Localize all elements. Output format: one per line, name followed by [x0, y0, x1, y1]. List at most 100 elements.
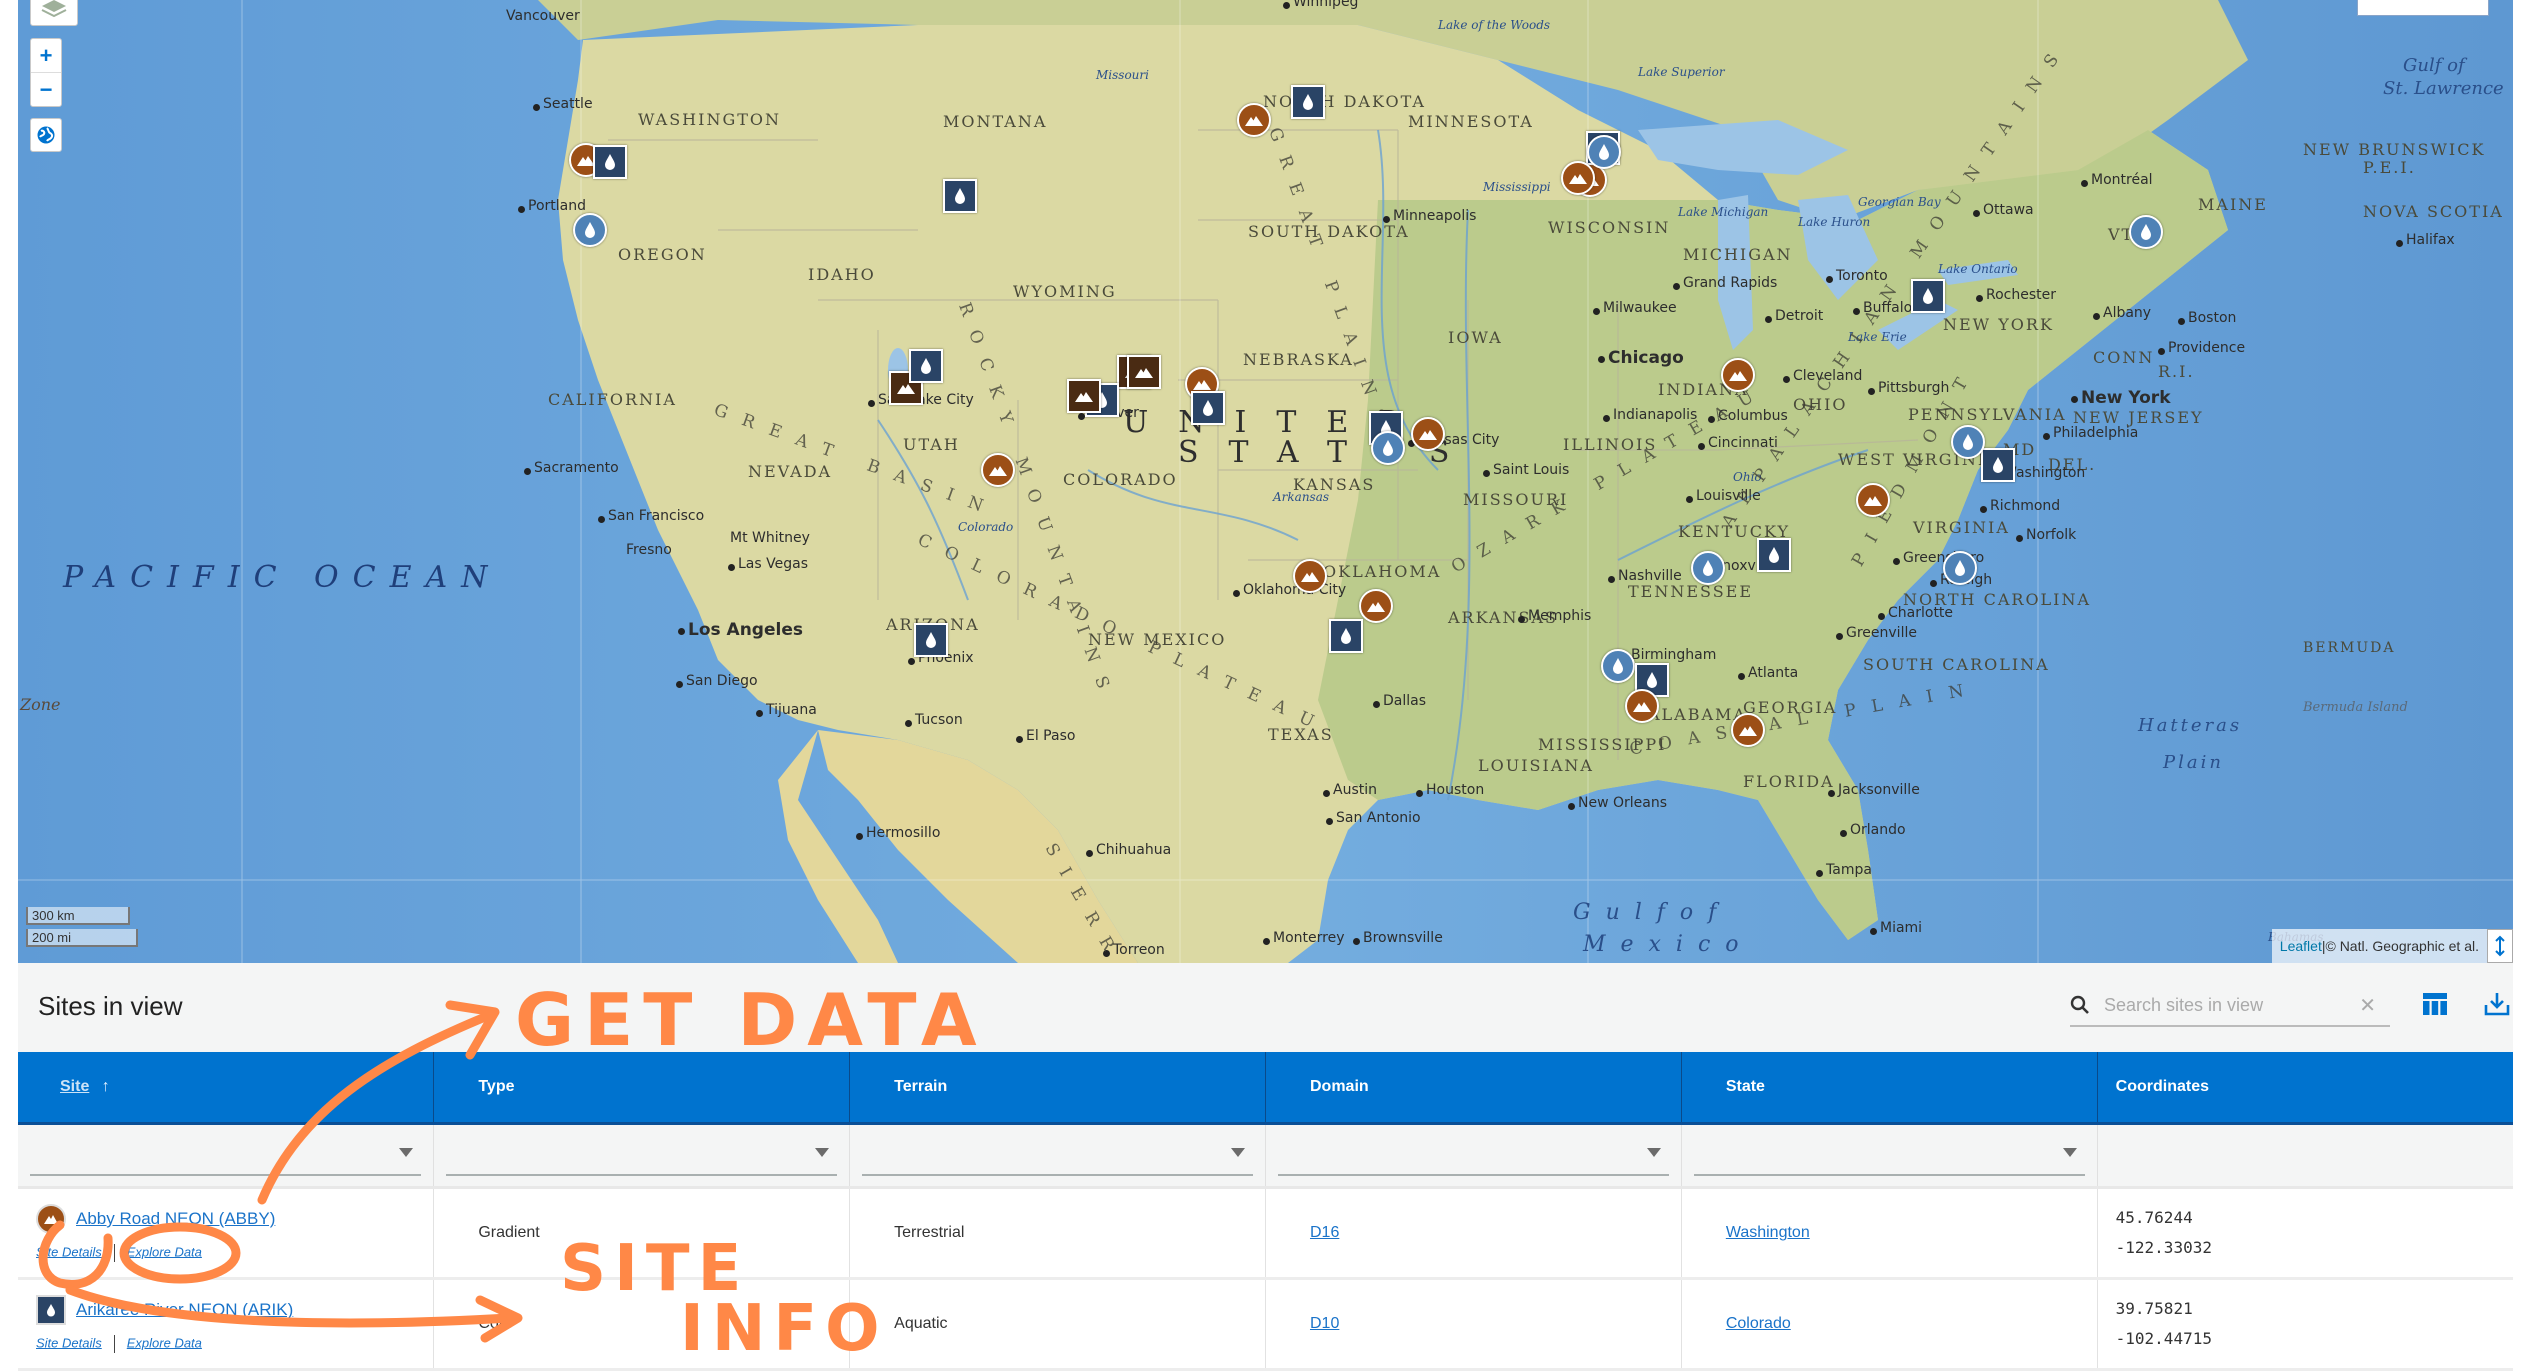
- explore-data-link[interactable]: Explore Data: [127, 1335, 202, 1350]
- state-link[interactable]: Washington: [1726, 1224, 1810, 1241]
- site-filter-select[interactable]: [30, 1138, 422, 1176]
- world-view-button[interactable]: [30, 118, 62, 152]
- filter-cell-site: [18, 1123, 435, 1189]
- site-details-link[interactable]: Site Details: [36, 1244, 102, 1259]
- site-marker-terrestrial-relocatable[interactable]: [1359, 589, 1393, 623]
- city-dot: [1518, 616, 1525, 623]
- site-name-link[interactable]: Abby Road NEON (ABBY): [76, 1209, 275, 1229]
- site-marker-aquatic-core[interactable]: [914, 623, 948, 657]
- site-marker-aquatic-relocatable[interactable]: [1951, 425, 1985, 459]
- site-marker-terrestrial-relocatable[interactable]: [1721, 358, 1755, 392]
- columns-button[interactable]: [2418, 987, 2452, 1021]
- type-filter-select[interactable]: [446, 1138, 838, 1176]
- site-marker-terrestrial-relocatable[interactable]: [1411, 417, 1445, 451]
- site-marker-terrestrial-relocatable[interactable]: [1237, 103, 1271, 137]
- table-row: Abby Road NEON (ABBY) Site Details Explor…: [18, 1187, 2513, 1280]
- site-marker-aquatic-core[interactable]: [1911, 279, 1945, 313]
- aquatic-site-icon: [36, 1295, 66, 1325]
- site-marker-terrestrial-relocatable[interactable]: [1561, 161, 1595, 195]
- city-dot: [598, 516, 605, 523]
- zoom-out-button[interactable]: −: [31, 72, 61, 106]
- site-marker-aquatic-core[interactable]: [1981, 448, 2015, 482]
- site-marker-aquatic-relocatable[interactable]: [1691, 551, 1725, 585]
- mountain-icon: [1633, 702, 1651, 712]
- site-marker-terrestrial-relocatable[interactable]: [1856, 483, 1890, 517]
- site-marker-terrestrial-relocatable[interactable]: [1293, 559, 1327, 593]
- clear-search-icon[interactable]: ✕: [2359, 993, 2376, 1018]
- city-dot: [1828, 790, 1835, 797]
- site-marker-terrestrial-relocatable[interactable]: [981, 453, 1015, 487]
- sort-ascending-icon[interactable]: ↑: [102, 1078, 110, 1095]
- layers-button[interactable]: [30, 0, 78, 26]
- site-marker-terrestrial-relocatable[interactable]: [1731, 713, 1765, 747]
- site-cell: Abby Road NEON (ABBY) Site Details Explor…: [18, 1187, 435, 1280]
- city-dot: [1826, 276, 1833, 283]
- site-marker-aquatic-relocatable[interactable]: [1587, 135, 1621, 169]
- city-dot: [1976, 295, 1983, 302]
- map-view[interactable]: PACIFIC OCEAN G u l f o fM e x i c o Gulf …: [18, 0, 2513, 963]
- mountain-icon: [1739, 726, 1757, 736]
- city-dot: [1816, 870, 1823, 877]
- site-marker-aquatic-core[interactable]: [943, 179, 977, 213]
- link-divider: [113, 1335, 115, 1353]
- site-marker-aquatic-relocatable[interactable]: [2129, 215, 2163, 249]
- zoom-in-button[interactable]: +: [31, 39, 61, 72]
- water-drop-icon: [585, 222, 595, 238]
- chevron-down-icon: [2062, 1148, 2077, 1157]
- city-dot: [905, 720, 912, 727]
- site-marker-aquatic-core[interactable]: [1291, 85, 1325, 119]
- site-marker-aquatic-relocatable[interactable]: [1371, 431, 1405, 465]
- site-name-link[interactable]: Arikaree River NEON (ARIK): [76, 1300, 293, 1320]
- site-marker-terrestrial-core[interactable]: [1127, 355, 1161, 389]
- sites-panel: Sites in view ✕ Site ↑: [18, 963, 2514, 1371]
- site-cell: Arikaree River NEON (ARIK) Site Details E…: [18, 1278, 435, 1371]
- terrestrial-site-icon: [36, 1204, 66, 1234]
- state-link[interactable]: Colorado: [1726, 1315, 1791, 1332]
- domain-link[interactable]: D16: [1310, 1224, 1339, 1241]
- domain-filter-select[interactable]: [1277, 1138, 1669, 1176]
- map-search-box[interactable]: [2357, 0, 2489, 16]
- city-dot: [2043, 433, 2050, 440]
- sort-site-link[interactable]: Site: [60, 1078, 89, 1095]
- water-drop-icon: [1703, 560, 1713, 576]
- mountain-icon: [1135, 368, 1153, 378]
- site-marker-aquatic-core[interactable]: [1191, 391, 1225, 425]
- site-marker-aquatic-core[interactable]: [593, 145, 627, 179]
- terrain-filter-select[interactable]: [862, 1138, 1253, 1176]
- coordinates-cell: 45.76244 -122.33032: [2097, 1187, 2513, 1280]
- city-dot: [728, 564, 735, 571]
- download-button[interactable]: [2480, 987, 2514, 1021]
- site-marker-aquatic-core[interactable]: [1329, 619, 1363, 653]
- column-header-type[interactable]: Type: [433, 1052, 851, 1125]
- site-marker-terrestrial-core[interactable]: [1067, 379, 1101, 413]
- site-marker-aquatic-relocatable[interactable]: [573, 213, 607, 247]
- city-dot: [1608, 576, 1615, 583]
- site-marker-aquatic-relocatable[interactable]: [1943, 551, 1977, 585]
- site-marker-aquatic-core[interactable]: [1757, 538, 1791, 572]
- explore-data-link[interactable]: Explore Data: [127, 1244, 202, 1259]
- site-marker-aquatic-core[interactable]: [909, 349, 943, 383]
- site-details-link[interactable]: Site Details: [36, 1335, 102, 1350]
- column-header-domain[interactable]: Domain: [1265, 1052, 1682, 1125]
- city-dot: [2016, 535, 2023, 542]
- city-dot: [678, 628, 685, 635]
- site-marker-terrestrial-relocatable[interactable]: [1625, 689, 1659, 723]
- map-attribution: Leaflet | © Natl. Geographic et al.: [2271, 929, 2487, 963]
- column-header-site[interactable]: Site ↑: [18, 1052, 435, 1125]
- chevron-down-icon: [815, 1148, 830, 1157]
- column-header-terrain[interactable]: Terrain: [849, 1052, 1266, 1125]
- water-drop-icon: [926, 632, 936, 648]
- filter-cell-terrain: [849, 1123, 1266, 1189]
- domain-link[interactable]: D10: [1310, 1315, 1339, 1332]
- city-dot: [2396, 240, 2403, 247]
- column-header-state[interactable]: State: [1681, 1052, 2098, 1125]
- city-dot: [1353, 938, 1360, 945]
- city-dot: [533, 104, 540, 111]
- leaflet-link[interactable]: Leaflet: [2280, 938, 2322, 954]
- water-drop-icon: [1963, 434, 1973, 450]
- search-input[interactable]: [2102, 993, 2360, 1017]
- state-filter-select[interactable]: [1693, 1138, 2085, 1176]
- resize-map-button[interactable]: [2487, 929, 2513, 963]
- city-dot: [1765, 316, 1772, 323]
- site-marker-aquatic-relocatable[interactable]: [1601, 649, 1635, 683]
